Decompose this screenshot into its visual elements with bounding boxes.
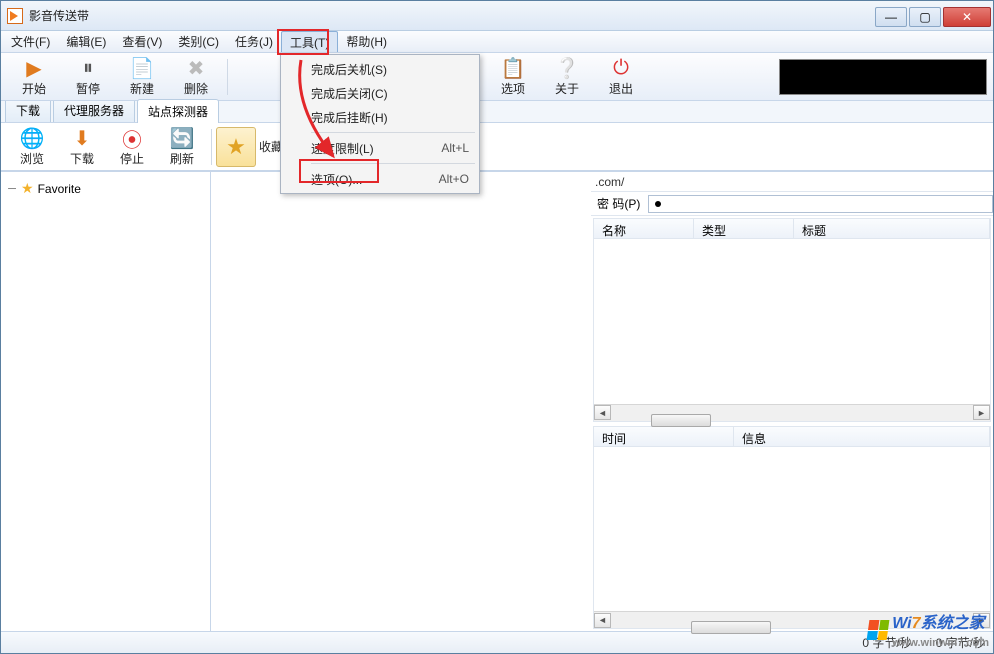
scroll-thumb[interactable] bbox=[691, 621, 771, 634]
refresh-icon: 🔄 bbox=[170, 126, 194, 150]
download-icon: ⬇ bbox=[70, 126, 94, 150]
dd-speedlimit[interactable]: 速度限制(L)Alt+L bbox=[283, 136, 477, 160]
scroll-right-icon[interactable]: ► bbox=[973, 405, 990, 420]
menu-help[interactable]: 帮助(H) bbox=[338, 31, 395, 52]
rp-bottom-body bbox=[594, 447, 990, 612]
play-icon: ▶ bbox=[22, 56, 46, 80]
main-toolbar: ▶开始 ⏸暂停 📄新建 ✖删除 📂目录 📋选项 ❔关于 ⏻退出 bbox=[1, 53, 993, 101]
rp-top-header: 名称 类型 标题 bbox=[594, 219, 990, 239]
dd-separator bbox=[311, 163, 475, 164]
url-fragment: .com/ bbox=[591, 172, 993, 192]
dd-close[interactable]: 完成后关闭(C) bbox=[283, 81, 477, 105]
about-icon: ❔ bbox=[555, 56, 579, 80]
menu-category[interactable]: 类别(C) bbox=[170, 31, 227, 52]
status-bar: 0 字节/秒 0 字节/秒 bbox=[1, 631, 993, 653]
col-title[interactable]: 标题 bbox=[794, 219, 990, 238]
close-button[interactable]: ✕ bbox=[943, 7, 991, 27]
download-button[interactable]: ⬇下载 bbox=[57, 125, 107, 169]
status-speed-2: 0 字节/秒 bbox=[936, 634, 985, 651]
pause-button[interactable]: ⏸暂停 bbox=[61, 55, 115, 99]
scroll-left-icon[interactable]: ◄ bbox=[594, 613, 611, 628]
pause-icon: ⏸ bbox=[76, 56, 100, 80]
new-icon: 📄 bbox=[130, 56, 154, 80]
star-icon: ★ bbox=[226, 134, 246, 160]
scroll-thumb[interactable] bbox=[651, 414, 711, 427]
tab-site-explorer[interactable]: 站点探测器 bbox=[137, 99, 219, 123]
maximize-button[interactable]: ▢ bbox=[909, 7, 941, 27]
stop-icon: ⦿ bbox=[120, 126, 144, 150]
options-button[interactable]: 📋选项 bbox=[486, 55, 540, 99]
left-pane: ─ ★ Favorite bbox=[1, 172, 211, 631]
browse-icon: 🌐 bbox=[20, 126, 44, 150]
dd-options[interactable]: 选项(O)...Alt+O bbox=[283, 167, 477, 191]
browse-button[interactable]: 🌐浏览 bbox=[7, 125, 57, 169]
stop-button[interactable]: ⦿停止 bbox=[107, 125, 157, 169]
dd-hangup[interactable]: 完成后挂断(H) bbox=[283, 105, 477, 129]
password-label: 密 码(P) bbox=[597, 195, 640, 212]
status-speed-1: 0 字节/秒 bbox=[862, 634, 911, 651]
body-split: ─ ★ Favorite .com/ 密 码(P) 名称 类型 标题 ◄ bbox=[1, 171, 993, 631]
scroll-right-icon[interactable]: ► bbox=[973, 613, 990, 628]
options-icon: 📋 bbox=[501, 56, 525, 80]
exit-icon: ⏻ bbox=[609, 56, 633, 80]
rp-bottom-scrollbar[interactable]: ◄ ► bbox=[594, 611, 990, 628]
minimize-button[interactable]: — bbox=[875, 7, 907, 27]
right-pane: .com/ 密 码(P) 名称 类型 标题 ◄ ► bbox=[591, 172, 993, 631]
expand-icon[interactable]: ─ bbox=[7, 183, 17, 195]
menu-tools[interactable]: 工具(T) bbox=[281, 31, 338, 52]
tab-row: 下载 代理服务器 站点探测器 bbox=[1, 101, 993, 123]
scroll-left-icon[interactable]: ◄ bbox=[594, 405, 611, 420]
sub-toolbar: 🌐浏览 ⬇下载 ⦿停止 🔄刷新 ★ 收藏 bbox=[1, 123, 993, 171]
menu-edit[interactable]: 编辑(E) bbox=[58, 31, 114, 52]
tab-download[interactable]: 下载 bbox=[5, 98, 51, 122]
password-row: 密 码(P) bbox=[591, 192, 993, 216]
col-info[interactable]: 信息 bbox=[734, 427, 990, 446]
password-input[interactable] bbox=[648, 195, 993, 213]
delete-button[interactable]: ✖删除 bbox=[169, 55, 223, 99]
window-controls: — ▢ ✕ bbox=[875, 5, 993, 27]
app-icon bbox=[7, 8, 23, 24]
col-time[interactable]: 时间 bbox=[594, 427, 734, 446]
dd-shutdown[interactable]: 完成后关机(S) bbox=[283, 57, 477, 81]
tools-dropdown: 完成后关机(S) 完成后关闭(C) 完成后挂断(H) 速度限制(L)Alt+L … bbox=[280, 54, 480, 194]
col-type[interactable]: 类型 bbox=[694, 219, 794, 238]
menubar: 文件(F) 编辑(E) 查看(V) 类别(C) 任务(J) 工具(T) 帮助(H… bbox=[1, 31, 993, 53]
rp-bottom-list: 时间 信息 ◄ ► bbox=[593, 426, 991, 630]
new-button[interactable]: 📄新建 bbox=[115, 55, 169, 99]
rp-bottom-header: 时间 信息 bbox=[594, 427, 990, 447]
subtoolbar-separator bbox=[211, 129, 212, 165]
refresh-button[interactable]: 🔄刷新 bbox=[157, 125, 207, 169]
menu-task[interactable]: 任务(J) bbox=[227, 31, 281, 52]
rp-top-list: 名称 类型 标题 ◄ ► bbox=[593, 218, 991, 422]
tab-proxy[interactable]: 代理服务器 bbox=[53, 98, 135, 122]
toolbar-separator bbox=[227, 59, 228, 95]
menu-view[interactable]: 查看(V) bbox=[114, 31, 170, 52]
favorite-button[interactable]: ★ bbox=[216, 127, 256, 167]
window-title: 影音传送带 bbox=[29, 7, 89, 24]
app-window: 影音传送带 — ▢ ✕ 文件(F) 编辑(E) 查看(V) 类别(C) 任务(J… bbox=[0, 0, 994, 654]
tree-item-favorite[interactable]: ─ ★ Favorite bbox=[5, 178, 206, 199]
about-button[interactable]: ❔关于 bbox=[540, 55, 594, 99]
banner-box bbox=[779, 59, 987, 95]
middle-pane bbox=[211, 172, 591, 631]
password-dot bbox=[655, 201, 661, 207]
menu-file[interactable]: 文件(F) bbox=[3, 31, 58, 52]
rp-top-body bbox=[594, 239, 990, 404]
titlebar: 影音传送带 — ▢ ✕ bbox=[1, 1, 993, 31]
tree-label: Favorite bbox=[38, 182, 81, 196]
delete-icon: ✖ bbox=[184, 56, 208, 80]
col-name[interactable]: 名称 bbox=[594, 219, 694, 238]
exit-button[interactable]: ⏻退出 bbox=[594, 55, 648, 99]
rp-top-scrollbar[interactable]: ◄ ► bbox=[594, 404, 990, 421]
start-button[interactable]: ▶开始 bbox=[7, 55, 61, 99]
dd-separator bbox=[311, 132, 475, 133]
star-icon: ★ bbox=[21, 180, 34, 197]
